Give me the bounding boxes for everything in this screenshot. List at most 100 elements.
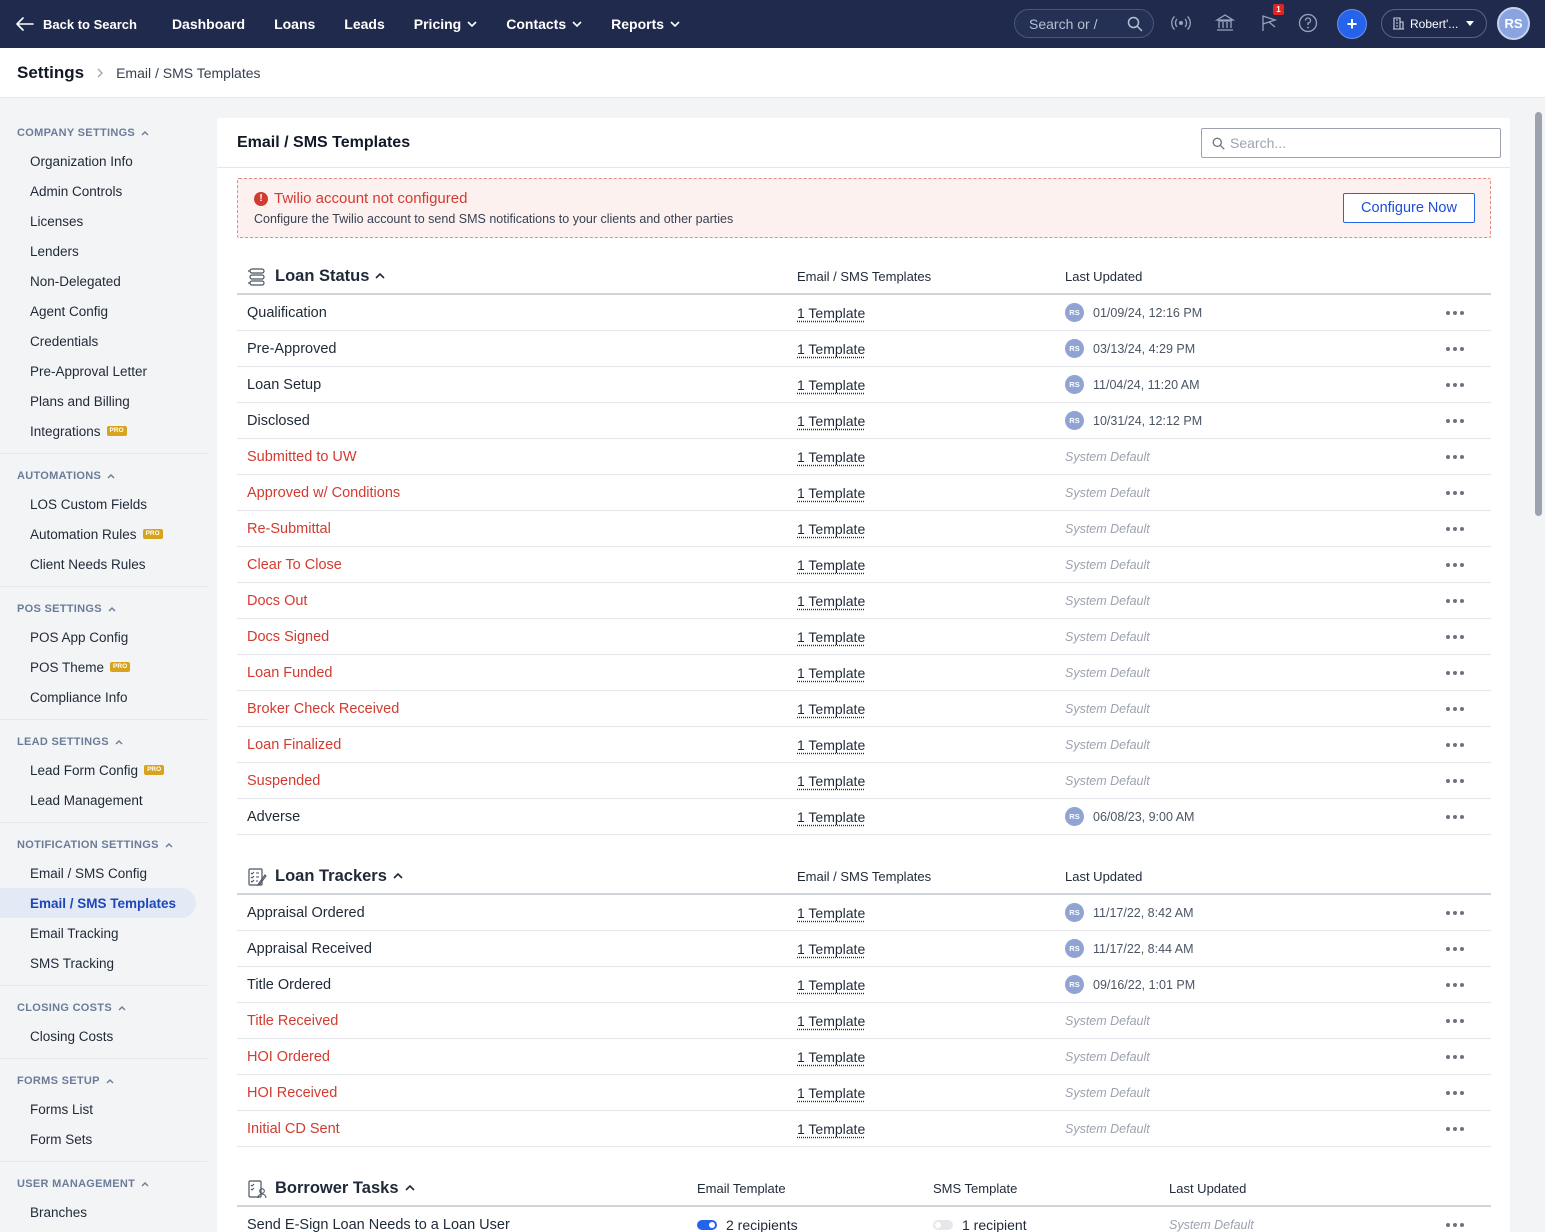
user-avatar[interactable]: RS <box>1497 7 1530 40</box>
sidebar-item-pos-app-config[interactable]: POS App Config <box>0 622 207 652</box>
template-search-input[interactable]: Search... <box>1201 128 1501 158</box>
more-options-icon[interactable] <box>1446 1054 1467 1059</box>
template-link[interactable]: 1 Template <box>797 701 865 717</box>
more-options-icon[interactable] <box>1446 910 1467 915</box>
sidebar-item-forms-list[interactable]: Forms List <box>0 1094 207 1124</box>
sidebar-section-pos-settings[interactable]: POS Settings <box>0 596 207 622</box>
bank-icon[interactable] <box>1215 13 1235 33</box>
sidebar-item-plans-and-billing[interactable]: Plans and Billing <box>0 386 207 416</box>
configure-now-button[interactable]: Configure Now <box>1343 193 1475 223</box>
more-options-icon[interactable] <box>1446 814 1467 819</box>
sidebar-item-email-tracking[interactable]: Email Tracking <box>0 918 207 948</box>
breadcrumb-root[interactable]: Settings <box>17 63 84 83</box>
template-link[interactable]: 1 Template <box>797 665 865 681</box>
more-options-icon[interactable] <box>1446 346 1467 351</box>
sidebar-item-form-sets[interactable]: Form Sets <box>0 1124 207 1154</box>
sidebar-item-pos-theme[interactable]: POS Theme PRO <box>0 652 207 682</box>
sidebar-item-credentials[interactable]: Credentials <box>0 326 207 356</box>
more-options-icon[interactable] <box>1446 1222 1467 1227</box>
sidebar-section-lead-settings[interactable]: Lead Settings <box>0 729 207 755</box>
sidebar-item-branches[interactable]: Branches <box>0 1197 207 1227</box>
more-options-icon[interactable] <box>1446 634 1467 639</box>
more-options-icon[interactable] <box>1446 982 1467 987</box>
template-link[interactable]: 1 Template <box>797 905 865 921</box>
sidebar-item-pre-approval-letter[interactable]: Pre-Approval Letter <box>0 356 207 386</box>
template-link[interactable]: 1 Template <box>797 557 865 573</box>
email-recipients[interactable]: 2 recipients <box>726 1217 798 1232</box>
nav-reports[interactable]: Reports <box>611 16 680 32</box>
template-link[interactable]: 1 Template <box>797 941 865 957</box>
sidebar-item-sms-tracking[interactable]: SMS Tracking <box>0 948 207 978</box>
sidebar-item-los-custom-fields[interactable]: LOS Custom Fields <box>0 489 207 519</box>
sidebar-section-company-settings[interactable]: Company Settings <box>0 120 207 146</box>
template-link[interactable]: 1 Template <box>797 593 865 609</box>
more-options-icon[interactable] <box>1446 562 1467 567</box>
template-link[interactable]: 1 Template <box>797 413 865 429</box>
more-options-icon[interactable] <box>1446 946 1467 951</box>
email-toggle[interactable] <box>697 1219 717 1230</box>
organization-selector[interactable]: Robert'... <box>1381 9 1487 38</box>
more-options-icon[interactable] <box>1446 1126 1467 1131</box>
nav-dashboard[interactable]: Dashboard <box>172 16 245 32</box>
template-link[interactable]: 1 Template <box>797 1121 865 1137</box>
sidebar-item-users[interactable]: Users <box>0 1227 207 1232</box>
more-options-icon[interactable] <box>1446 778 1467 783</box>
more-options-icon[interactable] <box>1446 1090 1467 1095</box>
sidebar-item-lead-management[interactable]: Lead Management <box>0 785 207 815</box>
sidebar-item-admin-controls[interactable]: Admin Controls <box>0 176 207 206</box>
template-link[interactable]: 1 Template <box>797 1013 865 1029</box>
loan-status-toggle[interactable]: Loan Status <box>275 267 386 286</box>
sidebar-section-forms-setup[interactable]: Forms Setup <box>0 1068 207 1094</box>
sidebar-item-licenses[interactable]: Licenses <box>0 206 207 236</box>
more-options-icon[interactable] <box>1446 454 1467 459</box>
template-link[interactable]: 1 Template <box>797 341 865 357</box>
more-options-icon[interactable] <box>1446 526 1467 531</box>
more-options-icon[interactable] <box>1446 1018 1467 1023</box>
template-link[interactable]: 1 Template <box>797 737 865 753</box>
nav-contacts[interactable]: Contacts <box>506 16 582 32</box>
sms-toggle[interactable] <box>933 1219 953 1230</box>
sidebar-item-non-delegated[interactable]: Non-Delegated <box>0 266 207 296</box>
nav-pricing[interactable]: Pricing <box>414 16 477 32</box>
back-to-search-link[interactable]: Back to Search <box>16 17 137 32</box>
more-options-icon[interactable] <box>1446 670 1467 675</box>
template-link[interactable]: 1 Template <box>797 377 865 393</box>
sidebar-item-email-sms-config[interactable]: Email / SMS Config <box>0 858 207 888</box>
template-link[interactable]: 1 Template <box>797 977 865 993</box>
sidebar-item-organization-info[interactable]: Organization Info <box>0 146 207 176</box>
template-link[interactable]: 1 Template <box>797 305 865 321</box>
borrower-tasks-toggle[interactable]: Borrower Tasks <box>275 1179 415 1198</box>
global-search-input[interactable]: Search or / <box>1014 9 1154 38</box>
more-options-icon[interactable] <box>1446 382 1467 387</box>
more-options-icon[interactable] <box>1446 706 1467 711</box>
sidebar-item-integrations[interactable]: Integrations PRO <box>0 416 207 446</box>
template-link[interactable]: 1 Template <box>797 629 865 645</box>
loan-trackers-toggle[interactable]: Loan Trackers <box>275 867 403 886</box>
create-new-button[interactable]: + <box>1337 9 1367 39</box>
more-options-icon[interactable] <box>1446 490 1467 495</box>
template-link[interactable]: 1 Template <box>797 1085 865 1101</box>
sidebar-item-email-sms-templates[interactable]: Email / SMS Templates <box>0 888 196 918</box>
help-icon[interactable] <box>1298 13 1318 33</box>
template-link[interactable]: 1 Template <box>797 809 865 825</box>
more-options-icon[interactable] <box>1446 742 1467 747</box>
sidebar-item-compliance-info[interactable]: Compliance Info <box>0 682 207 712</box>
sidebar-section-user-management[interactable]: User Management <box>0 1171 207 1197</box>
sidebar-item-lenders[interactable]: Lenders <box>0 236 207 266</box>
more-options-icon[interactable] <box>1446 598 1467 603</box>
broadcast-icon[interactable] <box>1171 13 1191 33</box>
sidebar-section-automations[interactable]: Automations <box>0 463 207 489</box>
more-options-icon[interactable] <box>1446 310 1467 315</box>
page-scrollbar[interactable] <box>1532 98 1545 1232</box>
sidebar-item-closing-costs[interactable]: Closing Costs <box>0 1021 207 1051</box>
sidebar-section-closing-costs[interactable]: Closing Costs <box>0 995 207 1021</box>
sms-recipients[interactable]: 1 recipient <box>962 1217 1027 1232</box>
more-options-icon[interactable] <box>1446 418 1467 423</box>
template-link[interactable]: 1 Template <box>797 773 865 789</box>
sidebar-item-client-needs-rules[interactable]: Client Needs Rules <box>0 549 207 579</box>
template-link[interactable]: 1 Template <box>797 449 865 465</box>
scrollbar-thumb[interactable] <box>1535 112 1542 516</box>
sidebar-section-notification-settings[interactable]: Notification Settings <box>0 832 207 858</box>
sidebar-item-lead-form-config[interactable]: Lead Form Config PRO <box>0 755 207 785</box>
nav-leads[interactable]: Leads <box>344 16 384 32</box>
